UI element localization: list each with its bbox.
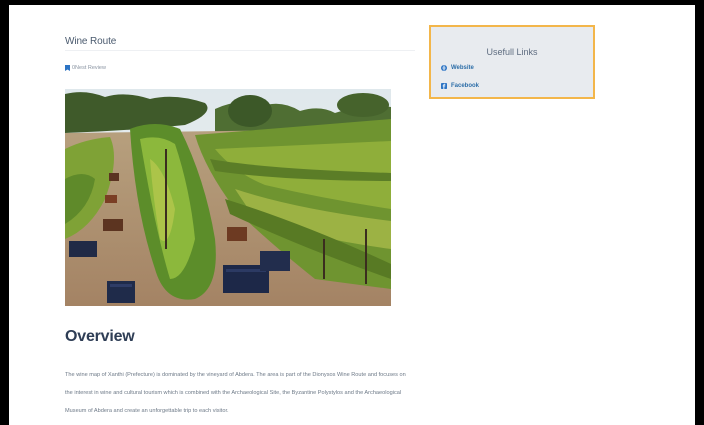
- bookmark-icon: [65, 65, 70, 71]
- website-link[interactable]: Website: [441, 65, 474, 71]
- facebook-icon: [441, 83, 447, 89]
- overview-heading: Overview: [65, 328, 135, 345]
- page-content: Wine Route 0Nest Review Overview The win…: [9, 5, 695, 425]
- website-link-label: Website: [451, 65, 474, 71]
- overview-text: The wine map of Xanthi (Prefecture) is d…: [65, 372, 406, 414]
- useful-links-panel: Usefull Links Website Facebook: [429, 25, 595, 99]
- reviews-link[interactable]: 0Nest Review: [65, 65, 106, 71]
- globe-icon: [441, 65, 447, 71]
- reviews-label: 0Nest Review: [72, 65, 106, 71]
- vineyard-photo: [65, 89, 391, 306]
- title-divider: [65, 50, 415, 51]
- facebook-link-label: Facebook: [451, 83, 480, 89]
- page-title: Wine Route: [65, 36, 117, 47]
- useful-links-title: Usefull Links: [486, 47, 538, 57]
- facebook-link[interactable]: Facebook: [441, 83, 479, 89]
